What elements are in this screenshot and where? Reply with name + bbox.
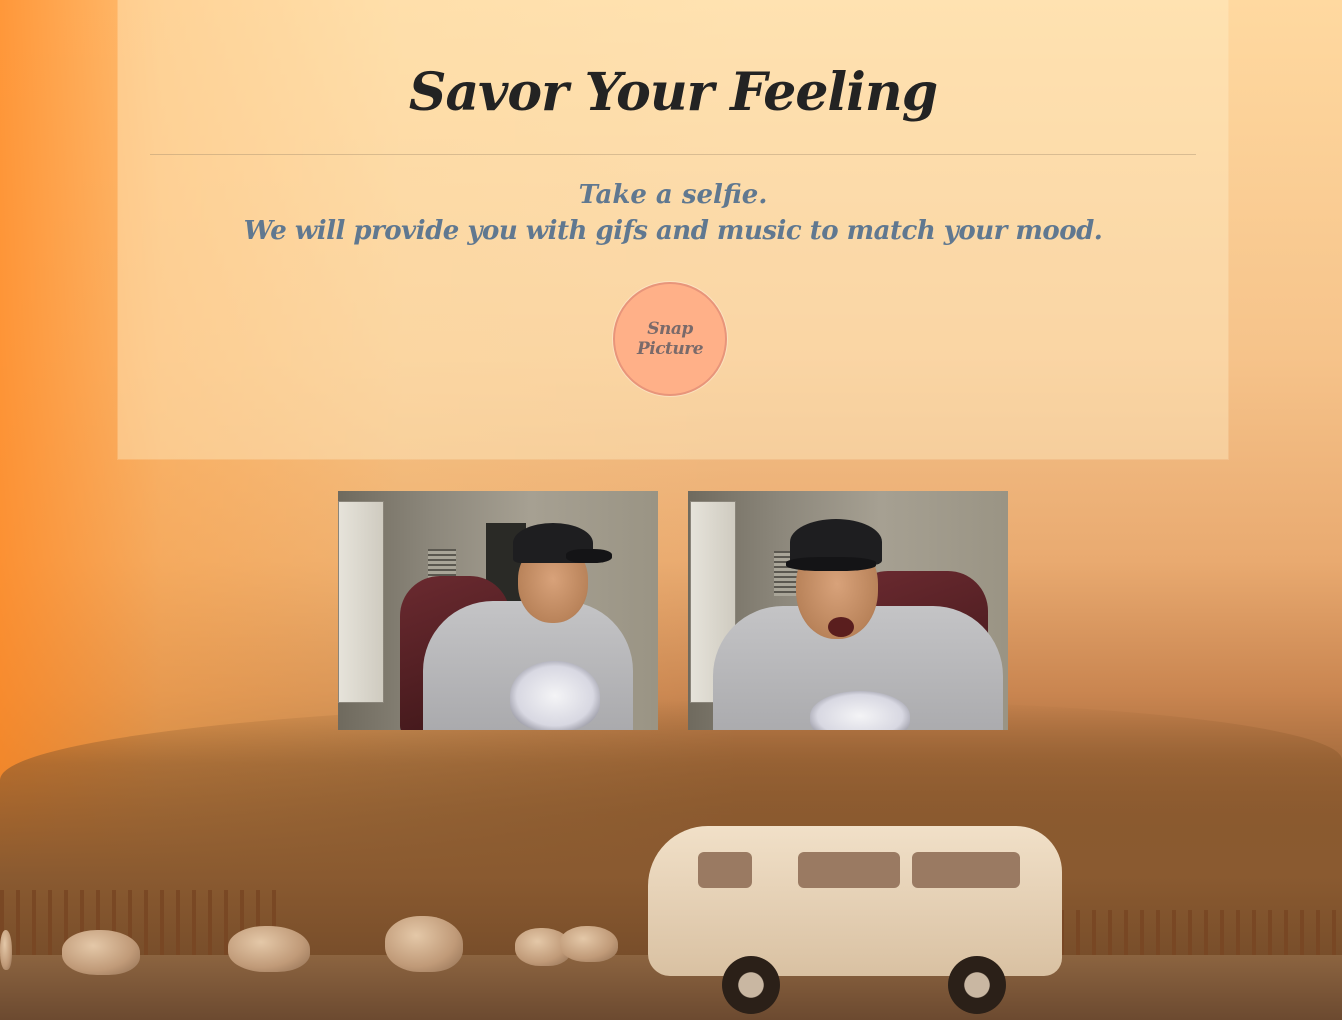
webcam-photo-2	[688, 491, 1008, 730]
snap-picture-button[interactable]: Snap Picture	[613, 282, 727, 396]
rock	[228, 926, 310, 972]
subtitle-line-1: Take a selfie.	[578, 180, 768, 210]
subtitle-line-2: We will provide you with gifs and music …	[243, 216, 1103, 246]
page-title: Savor Your Feeling	[408, 62, 938, 123]
rock	[0, 930, 12, 970]
rock	[62, 930, 140, 975]
divider	[150, 154, 1196, 155]
rock	[560, 926, 618, 962]
van-image	[648, 826, 1068, 1016]
webcam-photo-1	[338, 491, 658, 730]
rock	[385, 916, 463, 972]
header-panel: Savor Your Feeling Take a selfie. We wil…	[118, 0, 1228, 459]
